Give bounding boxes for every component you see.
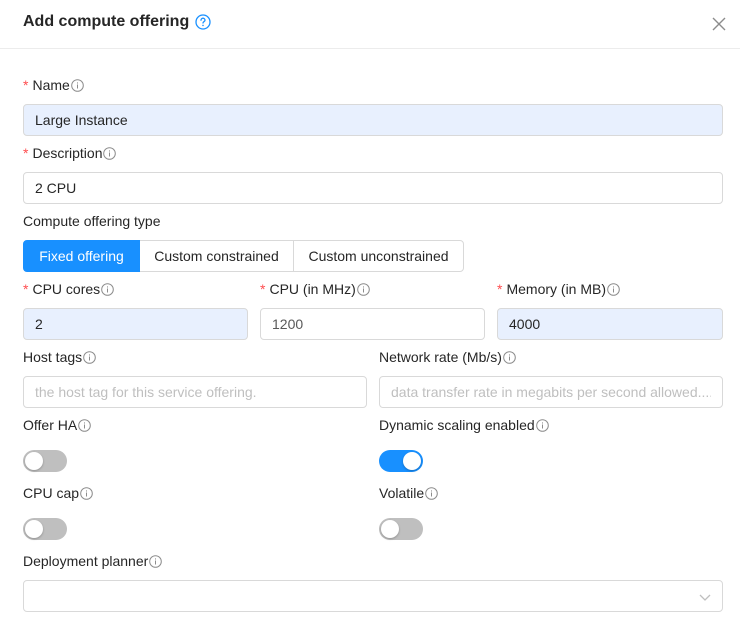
deployment-planner-select[interactable] bbox=[23, 580, 723, 612]
host-tags-label: Host tags bbox=[23, 347, 96, 367]
toggle-knob bbox=[381, 520, 399, 538]
required-mark: * bbox=[23, 145, 29, 161]
info-circle-icon[interactable] bbox=[425, 486, 438, 500]
volatile-label: Volatile bbox=[379, 483, 438, 503]
cpu-cap-toggle[interactable] bbox=[23, 518, 67, 540]
network-rate-label: Network rate (Mb/s) bbox=[379, 347, 516, 367]
question-circle-icon[interactable] bbox=[195, 14, 211, 30]
required-mark: * bbox=[260, 281, 266, 297]
offering-type-fixed-button[interactable]: Fixed offering bbox=[23, 240, 140, 272]
dialog-header: Add compute offering bbox=[0, 0, 740, 49]
required-mark: * bbox=[23, 281, 29, 297]
dynamic-scaling-toggle[interactable] bbox=[379, 450, 423, 472]
cpu-mhz-input[interactable] bbox=[260, 308, 485, 340]
cpu-cores-input[interactable] bbox=[23, 308, 248, 340]
name-label: * Name bbox=[23, 75, 84, 95]
toggle-knob bbox=[403, 452, 421, 470]
description-input[interactable] bbox=[23, 172, 723, 204]
close-icon[interactable] bbox=[708, 13, 730, 35]
volatile-toggle[interactable] bbox=[379, 518, 423, 540]
chevron-down-icon bbox=[698, 590, 712, 604]
info-circle-icon[interactable] bbox=[149, 554, 163, 568]
offering-type-custom-unconstrained-button[interactable]: Custom unconstrained bbox=[293, 240, 464, 272]
info-circle-icon[interactable] bbox=[503, 350, 516, 364]
network-rate-input[interactable] bbox=[379, 376, 723, 408]
info-circle-icon[interactable] bbox=[356, 282, 370, 296]
info-circle-icon[interactable] bbox=[71, 78, 84, 92]
cpu-cores-label: * CPU cores bbox=[23, 279, 114, 299]
offering-type-label: Compute offering type bbox=[23, 213, 161, 229]
dialog-title: Add compute offering bbox=[23, 13, 211, 31]
required-mark: * bbox=[23, 77, 29, 93]
info-circle-icon[interactable] bbox=[535, 418, 549, 432]
info-circle-icon[interactable] bbox=[80, 486, 93, 500]
offering-type-selector: Fixed offering Custom constrained Custom… bbox=[23, 240, 464, 272]
offering-type-custom-constrained-button[interactable]: Custom constrained bbox=[139, 240, 294, 272]
description-label: * Description bbox=[23, 143, 117, 163]
deployment-planner-label: Deployment planner bbox=[23, 551, 163, 571]
info-circle-icon[interactable] bbox=[83, 350, 96, 364]
offer-ha-toggle[interactable] bbox=[23, 450, 67, 472]
name-input[interactable] bbox=[23, 104, 723, 136]
info-circle-icon[interactable] bbox=[78, 418, 92, 432]
info-circle-icon[interactable] bbox=[103, 146, 117, 160]
cpu-cap-label: CPU cap bbox=[23, 483, 93, 503]
host-tags-input[interactable] bbox=[23, 376, 367, 408]
dynamic-scaling-label: Dynamic scaling enabled bbox=[379, 415, 549, 435]
cpu-mhz-label: * CPU (in MHz) bbox=[260, 279, 370, 299]
toggle-knob bbox=[25, 520, 43, 538]
dialog-title-text: Add compute offering bbox=[23, 13, 190, 30]
info-circle-icon[interactable] bbox=[101, 282, 114, 296]
memory-input[interactable] bbox=[497, 308, 723, 340]
toggle-knob bbox=[25, 452, 43, 470]
offer-ha-label: Offer HA bbox=[23, 415, 92, 435]
required-mark: * bbox=[497, 281, 503, 297]
memory-label: * Memory (in MB) bbox=[497, 279, 620, 299]
info-circle-icon[interactable] bbox=[607, 282, 620, 296]
